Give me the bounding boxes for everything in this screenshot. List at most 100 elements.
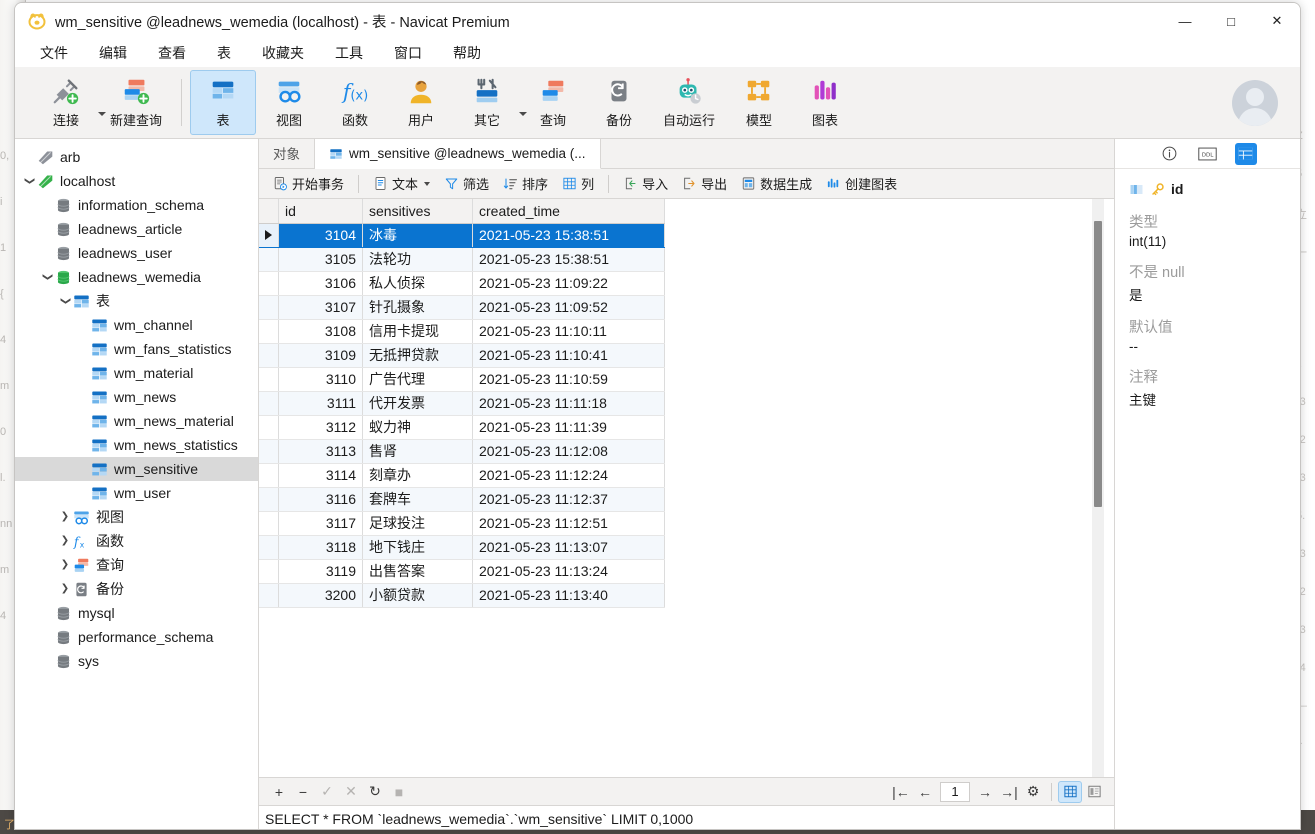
prev-page-button[interactable]: ← — [913, 781, 937, 803]
cell-created_time[interactable]: 2021-05-23 11:12:51 — [472, 511, 665, 536]
table-row[interactable]: 3106 私人侦探 2021-05-23 11:09:22 — [259, 271, 665, 296]
cell-created_time[interactable]: 2021-05-23 11:13:24 — [472, 559, 665, 584]
first-page-button[interactable]: |← — [889, 781, 913, 803]
cell-id[interactable]: 3118 — [278, 535, 363, 560]
cell-created_time[interactable]: 2021-05-23 11:10:59 — [472, 367, 665, 392]
row-marker[interactable] — [259, 391, 279, 416]
add-record-button[interactable]: + — [267, 781, 291, 803]
toolbar-new-query-button[interactable]: 新建查询 — [99, 70, 173, 135]
cell-id[interactable]: 3113 — [278, 439, 363, 464]
info-tab-fields[interactable] — [1234, 142, 1257, 165]
columns-button[interactable]: 列 — [556, 171, 600, 196]
toolbar-user-button[interactable]: 用户 — [388, 70, 454, 135]
sidebar-item-performance_schema[interactable]: performance_schema — [15, 625, 258, 649]
table-row[interactable]: 3110 广告代理 2021-05-23 11:10:59 — [259, 367, 665, 392]
sidebar-item-wm_material[interactable]: wm_material — [15, 361, 258, 385]
sidebar-item-wm_user[interactable]: wm_user — [15, 481, 258, 505]
delete-record-button[interactable]: − — [291, 781, 315, 803]
menu-help[interactable]: 帮助 — [442, 40, 492, 66]
table-row[interactable]: 3200 小额贷款 2021-05-23 11:13:40 — [259, 583, 665, 608]
sidebar-item-leadnews_article[interactable]: leadnews_article — [15, 217, 258, 241]
sidebar-item-[interactable]: ❯ 视图 — [15, 505, 258, 529]
maximize-button[interactable]: □ — [1208, 3, 1254, 39]
cell-created_time[interactable]: 2021-05-23 11:12:24 — [472, 463, 665, 488]
sidebar-item-leadnews_user[interactable]: leadnews_user — [15, 241, 258, 265]
row-marker[interactable] — [259, 367, 279, 392]
cell-sensitives[interactable]: 出售答案 — [362, 559, 473, 584]
table-row[interactable]: 3104 冰毒 2021-05-23 15:38:51 — [259, 223, 665, 248]
cell-created_time[interactable]: 2021-05-23 15:38:51 — [472, 223, 665, 248]
row-marker[interactable] — [259, 511, 279, 536]
column-header-id[interactable]: id — [278, 199, 363, 224]
cell-id[interactable]: 3108 — [278, 319, 363, 344]
toolbar-chart-button[interactable]: 图表 — [792, 70, 858, 135]
cell-sensitives[interactable]: 地下钱庄 — [362, 535, 473, 560]
refresh-button[interactable]: ↻ — [363, 781, 387, 803]
menu-edit[interactable]: 编辑 — [88, 40, 138, 66]
page-number-input[interactable]: 1 — [940, 781, 970, 802]
data-grid-container[interactable]: id sensitives created_time 3104 冰毒 2021-05… — [259, 199, 1114, 777]
tab-objects[interactable]: 对象 — [259, 138, 315, 168]
row-marker[interactable] — [259, 583, 279, 608]
row-marker[interactable] — [259, 535, 279, 560]
cell-created_time[interactable]: 2021-05-23 11:11:39 — [472, 415, 665, 440]
info-tab-ddl[interactable]: DDL — [1197, 143, 1219, 165]
table-row[interactable]: 3112 蚁力神 2021-05-23 11:11:39 — [259, 415, 665, 440]
toolbar-view-button[interactable]: 视图 — [256, 70, 322, 135]
cell-id[interactable]: 3104 — [278, 223, 363, 248]
cell-id[interactable]: 3200 — [278, 583, 363, 608]
table-row[interactable]: 3119 出售答案 2021-05-23 11:13:24 — [259, 559, 665, 584]
chevron-down-icon[interactable] — [424, 181, 431, 186]
sidebar-item-[interactable]: ❯ 表 — [15, 289, 258, 313]
toolbar-function-button[interactable]: f (x) 函数 — [322, 70, 388, 135]
sidebar-item-leadnews_wemedia[interactable]: ❯ leadnews_wemedia — [15, 265, 258, 289]
cell-sensitives[interactable]: 法轮功 — [362, 247, 473, 272]
chevron-right-icon[interactable]: ❯ — [57, 536, 73, 546]
table-row[interactable]: 3105 法轮功 2021-05-23 15:38:51 — [259, 247, 665, 272]
import-button[interactable]: 导入 — [617, 171, 674, 196]
cell-created_time[interactable]: 2021-05-23 11:13:40 — [472, 583, 665, 608]
form-view-toggle[interactable] — [1082, 781, 1106, 803]
cell-created_time[interactable]: 2021-05-23 11:09:52 — [472, 295, 665, 320]
cancel-changes-button[interactable]: ✕ — [339, 781, 363, 803]
row-marker[interactable] — [259, 487, 279, 512]
row-marker[interactable] — [259, 271, 279, 296]
cell-id[interactable]: 3111 — [278, 391, 363, 416]
sidebar-item-wm_news_material[interactable]: wm_news_material — [15, 409, 258, 433]
row-marker[interactable] — [259, 463, 279, 488]
menu-file[interactable]: 文件 — [29, 40, 79, 66]
sidebar-item-wm_channel[interactable]: wm_channel — [15, 313, 258, 337]
cell-sensitives[interactable]: 代开发票 — [362, 391, 473, 416]
toolbar-backup-button[interactable]: 备份 — [586, 70, 652, 135]
row-marker[interactable] — [259, 343, 279, 368]
cell-sensitives[interactable]: 刻章办 — [362, 463, 473, 488]
cell-id[interactable]: 3116 — [278, 487, 363, 512]
chevron-right-icon[interactable]: ❯ — [57, 560, 73, 570]
cell-created_time[interactable]: 2021-05-23 15:38:51 — [472, 247, 665, 272]
tab-wm-sensitive[interactable]: wm_sensitive @leadnews_wemedia (... — [315, 139, 601, 169]
data-grid-body[interactable]: 3104 冰毒 2021-05-23 15:38:51 3105 法轮功 2021-05-… — [259, 223, 665, 608]
text-button[interactable]: 文本 — [367, 171, 436, 196]
chevron-right-icon[interactable]: ❯ — [57, 512, 73, 522]
sidebar-item-information_schema[interactable]: information_schema — [15, 193, 258, 217]
menu-tools[interactable]: 工具 — [324, 40, 374, 66]
cell-created_time[interactable]: 2021-05-23 11:09:22 — [472, 271, 665, 296]
sidebar-item-mysql[interactable]: mysql — [15, 601, 258, 625]
grid-view-toggle[interactable] — [1058, 780, 1082, 803]
chevron-right-icon[interactable]: ❯ — [57, 584, 73, 594]
sidebar-item-wm_news_statistics[interactable]: wm_news_statistics — [15, 433, 258, 457]
cell-id[interactable]: 3119 — [278, 559, 363, 584]
row-marker[interactable] — [259, 439, 279, 464]
stop-button[interactable]: ■ — [387, 781, 411, 803]
minimize-button[interactable]: — — [1162, 3, 1208, 39]
row-marker[interactable] — [259, 295, 279, 320]
cell-sensitives[interactable]: 足球投注 — [362, 511, 473, 536]
sidebar-item-[interactable]: ❯ 备份 — [15, 577, 258, 601]
table-row[interactable]: 3109 无抵押贷款 2021-05-23 11:10:41 — [259, 343, 665, 368]
cell-id[interactable]: 3110 — [278, 367, 363, 392]
menu-window[interactable]: 窗口 — [383, 40, 433, 66]
row-marker[interactable] — [259, 559, 279, 584]
menu-view[interactable]: 查看 — [147, 40, 197, 66]
cell-created_time[interactable]: 2021-05-23 11:12:08 — [472, 439, 665, 464]
column-header-sensitives[interactable]: sensitives — [362, 199, 473, 224]
